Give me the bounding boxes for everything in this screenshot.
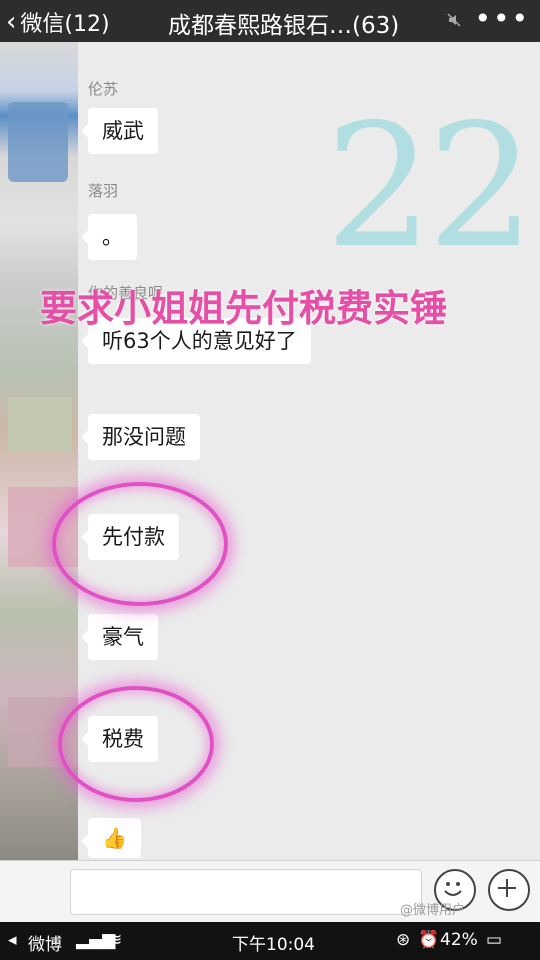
mute-icon — [447, 13, 461, 27]
highlight-circle — [58, 686, 214, 802]
status-bar: ◂ 微博 ▂▄▆ ≋ 下午10:04 ⊛ ⏰ 42% ▭ — [0, 922, 540, 960]
watermark: @微博用户 — [400, 903, 466, 918]
carrier-label: 微博 — [28, 935, 62, 955]
message-bubble[interactable]: 豪气 — [81, 614, 158, 660]
chevron-left-icon: ‹ — [6, 7, 17, 37]
back-label: 微信(12) — [20, 12, 110, 37]
message-input[interactable] — [70, 869, 422, 915]
back-button[interactable]: ‹ 微信(12) — [6, 6, 110, 38]
chat-title: 成都春熙路银石…(63) — [168, 13, 400, 39]
alarm-icon: ⏰ — [418, 930, 440, 950]
message-bubble[interactable]: 。 — [81, 214, 137, 260]
overlay-number: 22 — [325, 88, 535, 286]
chat-header: ‹ 微信(12) 成都春熙路银石…(63) ••• — [0, 0, 540, 42]
more-icon[interactable]: ••• — [474, 2, 530, 35]
battery-icon: ▭ — [486, 930, 503, 950]
avatar[interactable] — [8, 102, 68, 182]
sender-name: 落羽 — [88, 182, 119, 200]
highlight-circle — [52, 482, 228, 606]
message-bubble[interactable]: 那没问题 — [81, 414, 200, 460]
clock: 下午10:04 — [232, 935, 315, 955]
battery-percent: 42% — [440, 930, 478, 950]
plus-icon[interactable] — [488, 869, 530, 911]
chat-area: 伦苏 威武 落羽 。 你的善良呢 听63个人的意见好了 那没问题 先付款 豪气 … — [0, 42, 540, 860]
input-bar: @微博用户 — [0, 860, 540, 923]
wifi-icon: ≋ — [108, 930, 123, 950]
overlay-caption: 要求小姐姐先付税费实锤 — [40, 287, 447, 330]
message-bubble[interactable]: 👍 — [81, 818, 141, 858]
message-bubble[interactable]: 威武 — [81, 108, 158, 154]
location-icon: ⊛ — [396, 930, 411, 950]
avatar[interactable] — [8, 397, 72, 451]
back-arrow-icon: ◂ — [8, 930, 17, 950]
sender-name: 伦苏 — [88, 80, 119, 98]
